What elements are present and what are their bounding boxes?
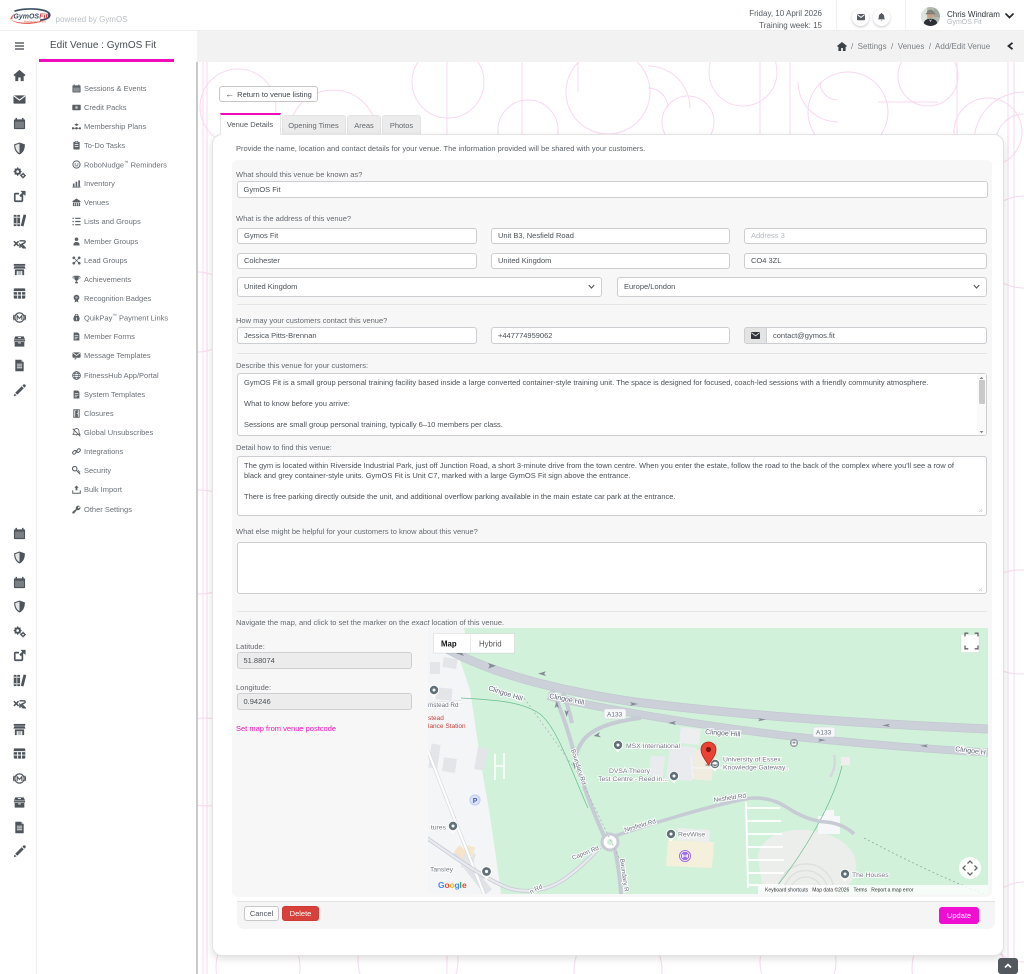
svg-text:Powered by GymOS: Powered by GymOS [24,21,46,24]
svg-text:Test Centre - Reed in...: Test Centre - Reed in... [598,776,668,783]
svg-text:DVSA Theory: DVSA Theory [609,768,651,775]
svg-text:MSX International: MSX International [626,743,681,750]
svg-text:mstead Rd: mstead Rd [428,702,459,709]
svg-text:A133: A133 [607,712,623,719]
svg-text:Hybrid: Hybrid [479,640,502,649]
svg-text:Map: Map [441,640,457,649]
svg-text:e: e [462,880,467,890]
svg-text:The Houses: The Houses [852,872,889,879]
svg-text:tures: tures [431,825,447,832]
svg-text:P: P [473,798,478,805]
svg-text:Keyboard shortcuts Map data: Keyboard shortcuts Map data ©2026 Terms … [765,887,914,894]
svg-text:stead: stead [428,715,444,722]
svg-text:RevWise: RevWise [678,832,705,839]
svg-text:Fit: Fit [39,13,48,20]
svg-text:lance Station: lance Station [428,723,466,730]
svg-text:Tansley: Tansley [430,867,454,874]
svg-text:A133: A133 [816,730,832,737]
svg-text:GymOS: GymOS [13,13,39,20]
svg-text:University of Essex: University of Essex [723,757,781,764]
svg-text:Knowledge Gateway..: Knowledge Gateway.. [723,765,789,772]
